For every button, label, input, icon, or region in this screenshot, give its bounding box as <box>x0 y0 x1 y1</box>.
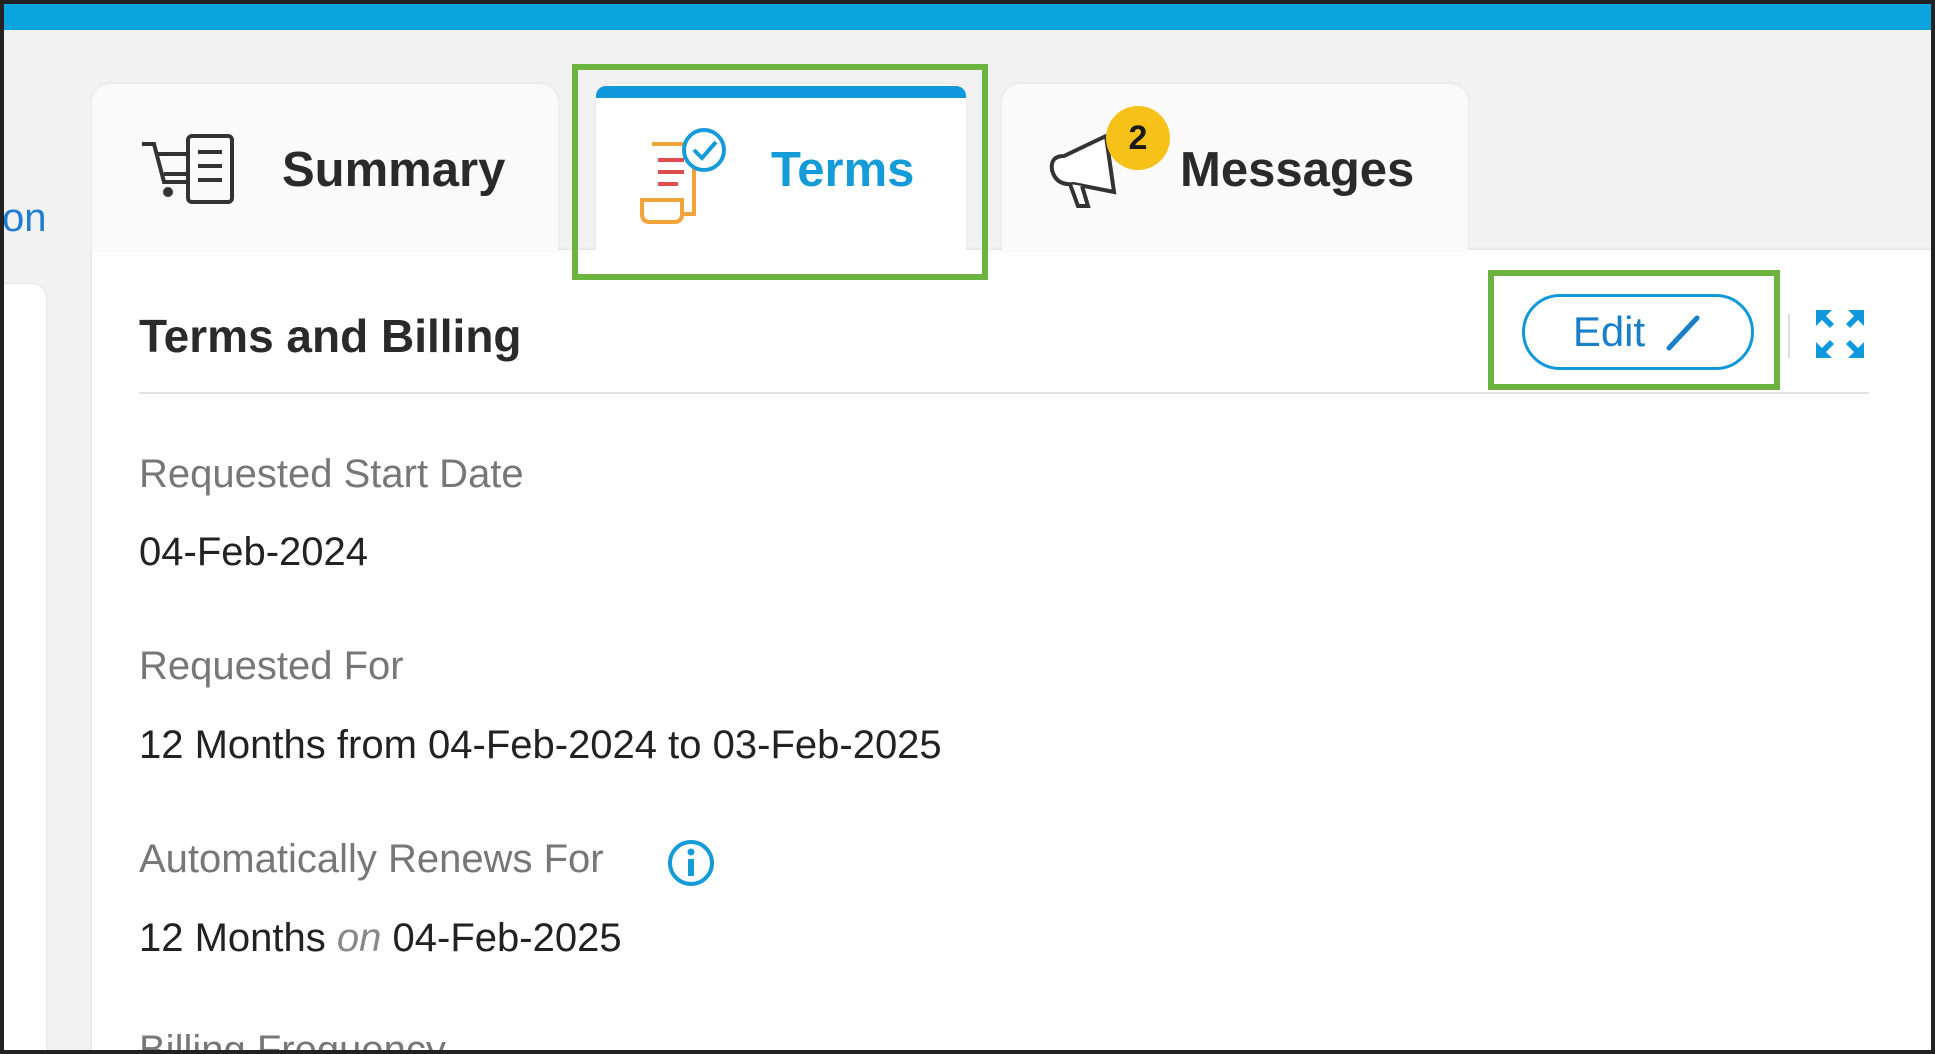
left-panel-edge <box>4 284 46 1050</box>
unread-count-badge: 2 <box>1106 106 1170 170</box>
renew-connector: on <box>336 916 382 960</box>
tab-active-indicator <box>596 86 966 98</box>
cart-list-icon <box>138 130 238 215</box>
expand-icon[interactable] <box>1812 306 1868 362</box>
requested-for-value: 12 Months from 04-Feb-2024 to 03-Feb-202… <box>139 723 942 767</box>
requested-start-date-label: Requested Start Date <box>139 452 524 496</box>
tab-messages-label: Messages <box>1180 143 1415 197</box>
tab-terms[interactable]: Terms <box>596 84 966 252</box>
requested-for-label: Requested For <box>139 644 404 688</box>
left-partial-text[interactable]: on <box>4 196 47 241</box>
tab-summary-label: Summary <box>282 143 506 197</box>
title-divider <box>139 392 1869 394</box>
auto-renews-label: Automatically Renews For <box>139 837 604 881</box>
page-title: Terms and Billing <box>139 310 522 362</box>
app-frame: on Summary Terms 2 Messages Terms and Bi… <box>0 0 1935 1054</box>
auto-renews-value: 12 Months on 04-Feb-2025 <box>139 916 622 961</box>
top-accent-bar <box>4 4 1931 30</box>
pencil-icon <box>1663 312 1703 352</box>
renew-date: 04-Feb-2025 <box>392 916 622 960</box>
renew-duration: 12 Months <box>139 916 326 960</box>
edit-button[interactable]: Edit <box>1522 294 1754 370</box>
tab-summary[interactable]: Summary <box>92 84 558 252</box>
toolbar-divider <box>1788 314 1790 358</box>
terms-document-icon <box>638 126 730 231</box>
requested-start-date-value: 04-Feb-2024 <box>139 530 369 574</box>
info-icon[interactable] <box>666 838 716 888</box>
tab-messages[interactable]: 2 Messages <box>1002 84 1468 252</box>
tab-terms-label: Terms <box>771 143 915 197</box>
edit-button-label: Edit <box>1572 308 1646 355</box>
billing-frequency-label: Billing Frequency <box>139 1028 446 1054</box>
